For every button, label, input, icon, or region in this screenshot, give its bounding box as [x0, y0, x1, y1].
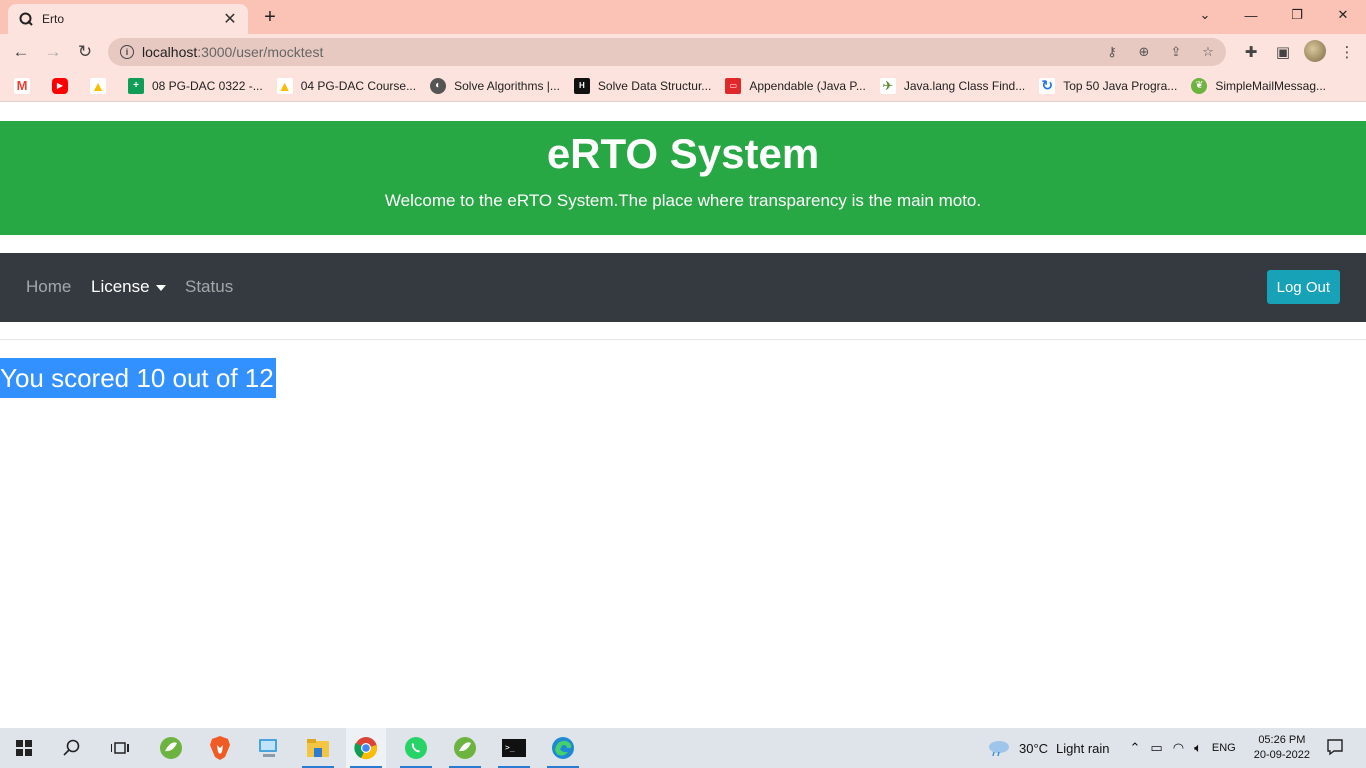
score-result: You scored 10 out of 12: [0, 358, 276, 398]
nav-status-link[interactable]: Status: [185, 277, 233, 297]
sidepanel-icon[interactable]: ▣: [1272, 40, 1294, 64]
youtube-bookmark[interactable]: ▶: [52, 77, 76, 94]
clock-date: 20-09-2022: [1253, 749, 1310, 761]
svg-text:>_: >_: [505, 743, 515, 752]
chrome-icon[interactable]: [346, 728, 386, 768]
restore-icon[interactable]: ❐: [1274, 0, 1320, 30]
edge-icon[interactable]: [543, 728, 583, 768]
url-host: localhost: [142, 44, 198, 60]
key-icon[interactable]: ⚷: [1102, 42, 1122, 62]
bookmark-label: Solve Algorithms |...: [454, 78, 560, 93]
bird-icon: ✈: [879, 77, 896, 94]
search-icon[interactable]: [52, 728, 92, 768]
weather-temp[interactable]: 30°C: [1019, 741, 1048, 756]
spring-tool-icon[interactable]: [151, 728, 191, 768]
url-path: :3000/user/mocktest: [197, 44, 324, 60]
bookmark-item[interactable]: ❦ SimpleMailMessag...: [1191, 77, 1327, 94]
browser-tabbar: Erto ✕ + ⌄ — ❐ ✕: [0, 0, 1366, 34]
bookmark-item[interactable]: ▲ 04 PG-DAC Course...: [276, 77, 417, 94]
clock[interactable]: 05:26 PM 20-09-2022: [1254, 733, 1310, 763]
start-icon[interactable]: [4, 728, 44, 768]
whatsapp-icon[interactable]: [396, 728, 436, 768]
new-tab-icon[interactable]: +: [258, 6, 282, 28]
bookmark-label: Java.lang Class Find...: [903, 78, 1026, 93]
weather-text[interactable]: Light rain: [1056, 741, 1109, 756]
oracle-icon: ▭: [725, 77, 742, 94]
sheets-icon: +: [128, 77, 144, 94]
site-info-icon[interactable]: i: [120, 45, 134, 59]
system-tray: 30°C Light rain ⌃ ▭ ◠ 🔈︎ ENG 05:26 PM 20…: [987, 728, 1366, 768]
bookmark-star-icon[interactable]: ☆: [1198, 42, 1218, 62]
youtube-icon: ▶: [52, 77, 68, 94]
bookmarks-bar: M ▶ ▲ +08 PG-DAC 0322 -... ▲ 04 PG-DAC Co…: [0, 70, 1366, 102]
volume-icon[interactable]: 🔈︎: [1194, 740, 1202, 756]
file-explorer-icon[interactable]: [298, 728, 338, 768]
nav-license-label: License: [91, 277, 150, 296]
clock-time: 05:26 PM: [1258, 734, 1306, 746]
extensions-icon[interactable]: ✚: [1240, 40, 1262, 64]
zoom-icon[interactable]: ⊕: [1134, 42, 1154, 62]
pc-icon[interactable]: [249, 728, 289, 768]
tab-favicon-icon: [18, 11, 34, 27]
windows-taskbar: >_ 30°C Light rain ⌃ ▭ ◠ 🔈︎ ENG 05:26 PM…: [0, 728, 1366, 768]
chevron-up-icon[interactable]: ⌃: [1130, 740, 1141, 756]
nav-license-dropdown[interactable]: License: [91, 277, 166, 297]
terminal-icon[interactable]: >_: [494, 728, 534, 768]
caret-down-icon: [155, 284, 166, 291]
bookmark-item[interactable]: ◐ Solve Algorithms |...: [430, 77, 560, 94]
share-icon[interactable]: ⇪: [1166, 42, 1186, 62]
header-banner: eRTO System Welcome to the eRTO System.T…: [0, 121, 1366, 235]
brave-icon[interactable]: [200, 728, 240, 768]
drive-icon: ▲: [276, 77, 293, 94]
bookmark-label: 08 PG-DAC 0322 -...: [152, 78, 263, 93]
bookmark-label: 04 PG-DAC Course...: [300, 78, 417, 93]
main-navbar: Home License Status Log Out: [0, 253, 1366, 322]
tab-close-icon[interactable]: ✕: [222, 9, 238, 29]
bookmark-item[interactable]: ▭ Appendable (Java P...: [725, 77, 866, 94]
weather-icon[interactable]: [987, 738, 1011, 759]
bookmark-label: Top 50 Java Progra...: [1063, 78, 1178, 93]
browser-toolbar: ← → ↻ i localhost:3000/user/mocktest ⚷ ⊕…: [0, 34, 1366, 70]
battery-icon[interactable]: ▭: [1150, 740, 1162, 756]
spring-icon: ❦: [1191, 77, 1208, 94]
browser-tab[interactable]: Erto ✕: [8, 4, 248, 34]
wifi-icon[interactable]: ◠: [1173, 740, 1184, 756]
bookmark-label: Appendable (Java P...: [749, 78, 866, 93]
menu-icon[interactable]: ⋮: [1336, 40, 1358, 64]
page-subtitle: Welcome to the eRTO System.The place whe…: [384, 191, 982, 210]
minimize-icon[interactable]: —: [1228, 0, 1274, 30]
page-content: eRTO System Welcome to the eRTO System.T…: [0, 102, 1366, 728]
gmail-icon: M: [14, 77, 30, 94]
window-close-icon[interactable]: ✕: [1320, 0, 1366, 30]
bookmark-label: Solve Data Structur...: [597, 78, 712, 93]
nav-home-link[interactable]: Home: [26, 277, 71, 297]
divider: [0, 339, 1366, 340]
back-icon[interactable]: ←: [8, 40, 34, 64]
notification-icon[interactable]: [1326, 738, 1344, 759]
language-indicator[interactable]: ENG: [1212, 742, 1236, 754]
bookmark-item[interactable]: ✈ Java.lang Class Find...: [879, 77, 1026, 94]
tab-title: Erto: [42, 12, 65, 26]
gmail-bookmark[interactable]: M: [14, 77, 38, 94]
profile-avatar[interactable]: [1304, 40, 1326, 62]
task-view-icon[interactable]: [100, 728, 140, 768]
drive-icon: ▲: [90, 77, 106, 94]
bookmark-item[interactable]: H Solve Data Structur...: [573, 77, 712, 94]
address-bar[interactable]: i localhost:3000/user/mocktest ⚷ ⊕ ⇪ ☆: [108, 38, 1226, 66]
spring-tool-icon-2[interactable]: [445, 728, 485, 768]
logout-button[interactable]: Log Out: [1266, 270, 1340, 304]
globe-icon: ◐: [430, 77, 447, 94]
page-title: eRTO System: [546, 130, 820, 177]
bookmark-item[interactable]: +08 PG-DAC 0322 -...: [128, 77, 263, 94]
hackerrank-icon: H: [573, 77, 590, 94]
drive-bookmark[interactable]: ▲: [90, 77, 114, 94]
bookmark-label: SimpleMailMessag...: [1215, 78, 1327, 93]
refresh-blue-icon: ↻: [1039, 77, 1056, 94]
tab-search-icon[interactable]: ⌄: [1182, 0, 1228, 30]
forward-icon[interactable]: →: [40, 40, 66, 64]
reload-icon[interactable]: ↻: [72, 40, 98, 64]
bookmark-item[interactable]: ↻ Top 50 Java Progra...: [1039, 77, 1178, 94]
